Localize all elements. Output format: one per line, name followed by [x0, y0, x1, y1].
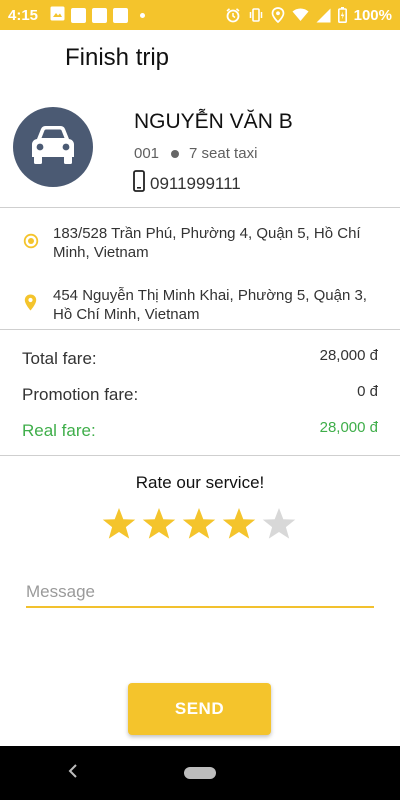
divider — [0, 455, 400, 456]
driver-name: NGUYỄN VĂN B — [134, 110, 293, 133]
total-fare-value: 28,000 đ — [319, 347, 378, 364]
divider — [0, 207, 400, 208]
status-time: 4:15 — [8, 6, 39, 24]
real-fare-value: 28,000 đ — [319, 419, 378, 436]
system-icons: 100% — [225, 7, 392, 24]
signal-icon — [316, 8, 331, 23]
send-button[interactable]: SEND — [128, 683, 271, 735]
promotion-fare-value: 0 đ — [357, 383, 378, 400]
wifi-icon — [292, 8, 309, 22]
alarm-icon — [225, 7, 241, 23]
car-icon — [27, 125, 79, 170]
page-title: Finish trip — [65, 44, 170, 71]
vibrate-icon — [248, 7, 264, 23]
star-filled-icon[interactable] — [101, 506, 137, 542]
dot-icon — [140, 12, 146, 18]
home-icon[interactable] — [184, 767, 216, 779]
notification-icons — [50, 6, 146, 25]
separator-dot — [171, 149, 180, 158]
star-filled-icon[interactable] — [221, 506, 257, 542]
status-bar: 4:15 100% — [0, 0, 400, 30]
square-icon — [113, 7, 129, 23]
real-fare-label: Real fare: — [22, 421, 96, 440]
dropoff-address: 454 Nguyễn Thị Minh Khai, Phường 5, Quận… — [53, 287, 367, 323]
square-icon — [71, 7, 87, 23]
navigation-bar — [0, 746, 400, 800]
vehicle-info: 001 7 seat taxi — [134, 145, 257, 162]
back-icon[interactable] — [68, 761, 78, 784]
battery-level: 100% — [353, 6, 392, 24]
dropoff-pin-icon — [24, 294, 37, 316]
star-filled-icon[interactable] — [181, 506, 217, 542]
image-icon — [50, 6, 65, 25]
avatar — [13, 107, 93, 187]
battery-icon — [337, 7, 347, 23]
divider — [0, 329, 400, 330]
promotion-fare-label: Promotion fare: — [22, 385, 139, 404]
location-icon — [271, 7, 285, 23]
phone-number: 0911999111 — [150, 173, 241, 193]
phone-icon — [133, 170, 150, 197]
square-icon — [92, 7, 108, 23]
vehicle-type: 7 seat taxi — [189, 145, 258, 162]
message-input[interactable] — [26, 578, 374, 608]
pickup-address: 183/528 Trần Phú, Phường 4, Quận 5, Hồ C… — [53, 225, 361, 261]
pickup-icon — [23, 233, 39, 254]
star-rating — [101, 506, 297, 542]
rate-title: Rate our service! — [135, 473, 265, 492]
star-filled-icon[interactable] — [141, 506, 177, 542]
total-fare-label: Total fare: — [22, 349, 97, 368]
star-empty-icon[interactable] — [261, 506, 297, 542]
vehicle-id: 001 — [134, 145, 160, 162]
driver-phone[interactable]: 0911999111 — [133, 170, 241, 197]
